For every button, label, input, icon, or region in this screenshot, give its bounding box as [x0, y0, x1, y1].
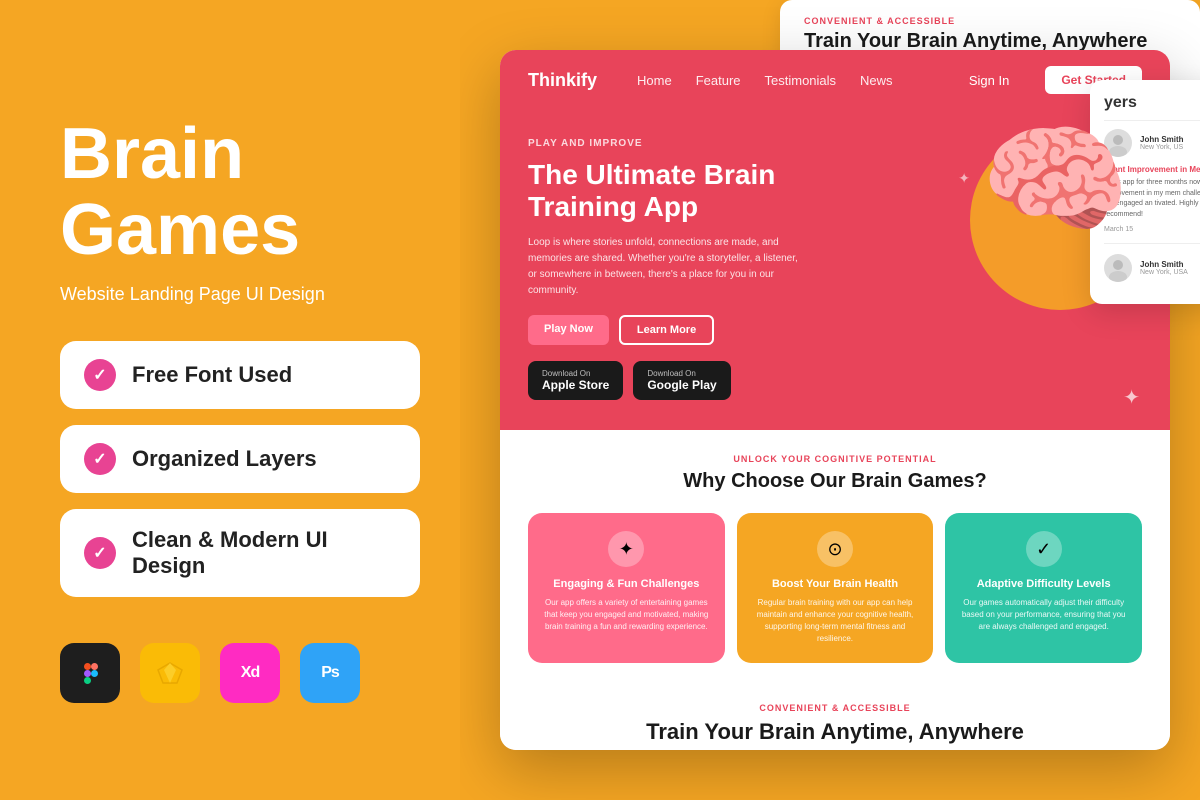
- main-title: Brain Games: [60, 117, 420, 268]
- apple-dl-label: Download On: [542, 369, 609, 378]
- tool-icons-row: Xd Ps: [60, 643, 420, 703]
- engaging-icon: ✦: [608, 531, 644, 567]
- mock-navbar: Thinkify Home Feature Testimonials News …: [500, 50, 1170, 110]
- mock-features-section: UNLOCK YOUR COGNITIVE POTENTIAL Why Choo…: [500, 430, 1170, 687]
- feature-cards: ✦ Engaging & Fun Challenges Our app offe…: [528, 513, 1142, 663]
- adaptive-desc: Our games automatically adjust their dif…: [959, 597, 1128, 633]
- subtitle: Website Landing Page UI Design: [60, 284, 420, 305]
- reviewer2-location: New York, USA: [1140, 269, 1188, 276]
- check-icon-2: ✓: [84, 443, 116, 475]
- layers-text: yers: [1104, 94, 1137, 111]
- check-icon-1: ✓: [84, 359, 116, 391]
- feature-card-adaptive: ✓ Adaptive Difficulty Levels Our games a…: [945, 513, 1142, 663]
- download-buttons: Download On Apple Store Download On Goog…: [528, 361, 1142, 400]
- learn-more-button[interactable]: Learn More: [619, 315, 714, 345]
- nav-news[interactable]: News: [860, 73, 893, 88]
- mock-hero-desc: Loop is where stories unfold, connection…: [528, 235, 808, 299]
- google-play-button[interactable]: Download On Google Play: [633, 361, 730, 400]
- apple-store-button[interactable]: Download On Apple Store: [528, 361, 623, 400]
- boost-title: Boost Your Brain Health: [751, 577, 920, 591]
- engaging-desc: Our app offers a variety of entertaining…: [542, 597, 711, 633]
- float-top-tag: CONVENIENT & ACCESSIBLE: [804, 16, 1176, 26]
- nav-home[interactable]: Home: [637, 73, 672, 88]
- apple-dl-store: Apple Store: [542, 378, 609, 392]
- feature-label-free-font: Free Font Used: [132, 362, 292, 388]
- adaptive-title: Adaptive Difficulty Levels: [959, 577, 1128, 591]
- check-icon-3: ✓: [84, 537, 116, 569]
- boost-icon: ⊙: [817, 531, 853, 567]
- reviewer1-info: John Smith New York, US: [1140, 135, 1184, 151]
- ps-icon: Ps: [300, 643, 360, 703]
- bottom-title: Train Your Brain Anytime, Anywhere: [528, 719, 1142, 745]
- feature-card-boost: ⊙ Boost Your Brain Health Regular brain …: [737, 513, 934, 663]
- boost-desc: Regular brain training with our app can …: [751, 597, 920, 645]
- reviewer2-avatar: [1104, 254, 1132, 282]
- mock-hero-section: PLAY AND IMPROVE The Ultimate Brain Trai…: [500, 110, 1170, 430]
- bottom-tag: CONVENIENT & ACCESSIBLE: [528, 703, 1142, 713]
- nav-testimonials[interactable]: Testimonials: [765, 73, 837, 88]
- reviewer2-row: John Smith New York, USA: [1104, 254, 1200, 282]
- mock-hero-title: The Ultimate Brain Training App: [528, 159, 808, 223]
- figma-icon: [60, 643, 120, 703]
- feature-label-clean-ui: Clean & Modern UI Design: [132, 527, 396, 579]
- xd-icon: Xd: [220, 643, 280, 703]
- feature-badge-clean-ui: ✓ Clean & Modern UI Design: [60, 509, 420, 597]
- features-section-tag: UNLOCK YOUR COGNITIVE POTENTIAL: [528, 454, 1142, 464]
- play-now-button[interactable]: Play Now: [528, 315, 609, 345]
- feature-card-engaging: ✦ Engaging & Fun Challenges Our app offe…: [528, 513, 725, 663]
- mock-logo: Thinkify: [528, 70, 597, 91]
- left-panel: Brain Games Website Landing Page UI Desi…: [0, 0, 480, 800]
- feature-label-organized-layers: Organized Layers: [132, 446, 317, 472]
- engaging-title: Engaging & Fun Challenges: [542, 577, 711, 591]
- feature-badge-free-font: ✓ Free Font Used: [60, 341, 420, 409]
- feature-badge-organized-layers: ✓ Organized Layers: [60, 425, 420, 493]
- mock-signin[interactable]: Sign In: [969, 73, 1009, 88]
- reviewer1-location: New York, US: [1140, 144, 1184, 151]
- reviewer2-name: John Smith: [1140, 260, 1188, 269]
- brain-character: 🧠: [981, 120, 1130, 240]
- mock-hero-buttons: Play Now Learn More: [528, 315, 1142, 345]
- mock-bottom-section: CONVENIENT & ACCESSIBLE Train Your Brain…: [500, 687, 1170, 750]
- sparkle-icon-2: ✦: [958, 170, 970, 187]
- google-dl-store: Google Play: [647, 378, 716, 392]
- adaptive-icon: ✓: [1026, 531, 1062, 567]
- sparkle-icon-3: ✦: [1123, 385, 1140, 410]
- reviewer2-info: John Smith New York, USA: [1140, 260, 1188, 276]
- reviewer1-name: John Smith: [1140, 135, 1184, 144]
- right-panel: CONVENIENT & ACCESSIBLE Train Your Brain…: [460, 0, 1200, 800]
- browser-mockup: Thinkify Home Feature Testimonials News …: [500, 50, 1170, 750]
- sketch-icon: [140, 643, 200, 703]
- nav-feature[interactable]: Feature: [696, 73, 741, 88]
- features-section-title: Why Choose Our Brain Games?: [528, 470, 1142, 493]
- google-dl-label: Download On: [647, 369, 716, 378]
